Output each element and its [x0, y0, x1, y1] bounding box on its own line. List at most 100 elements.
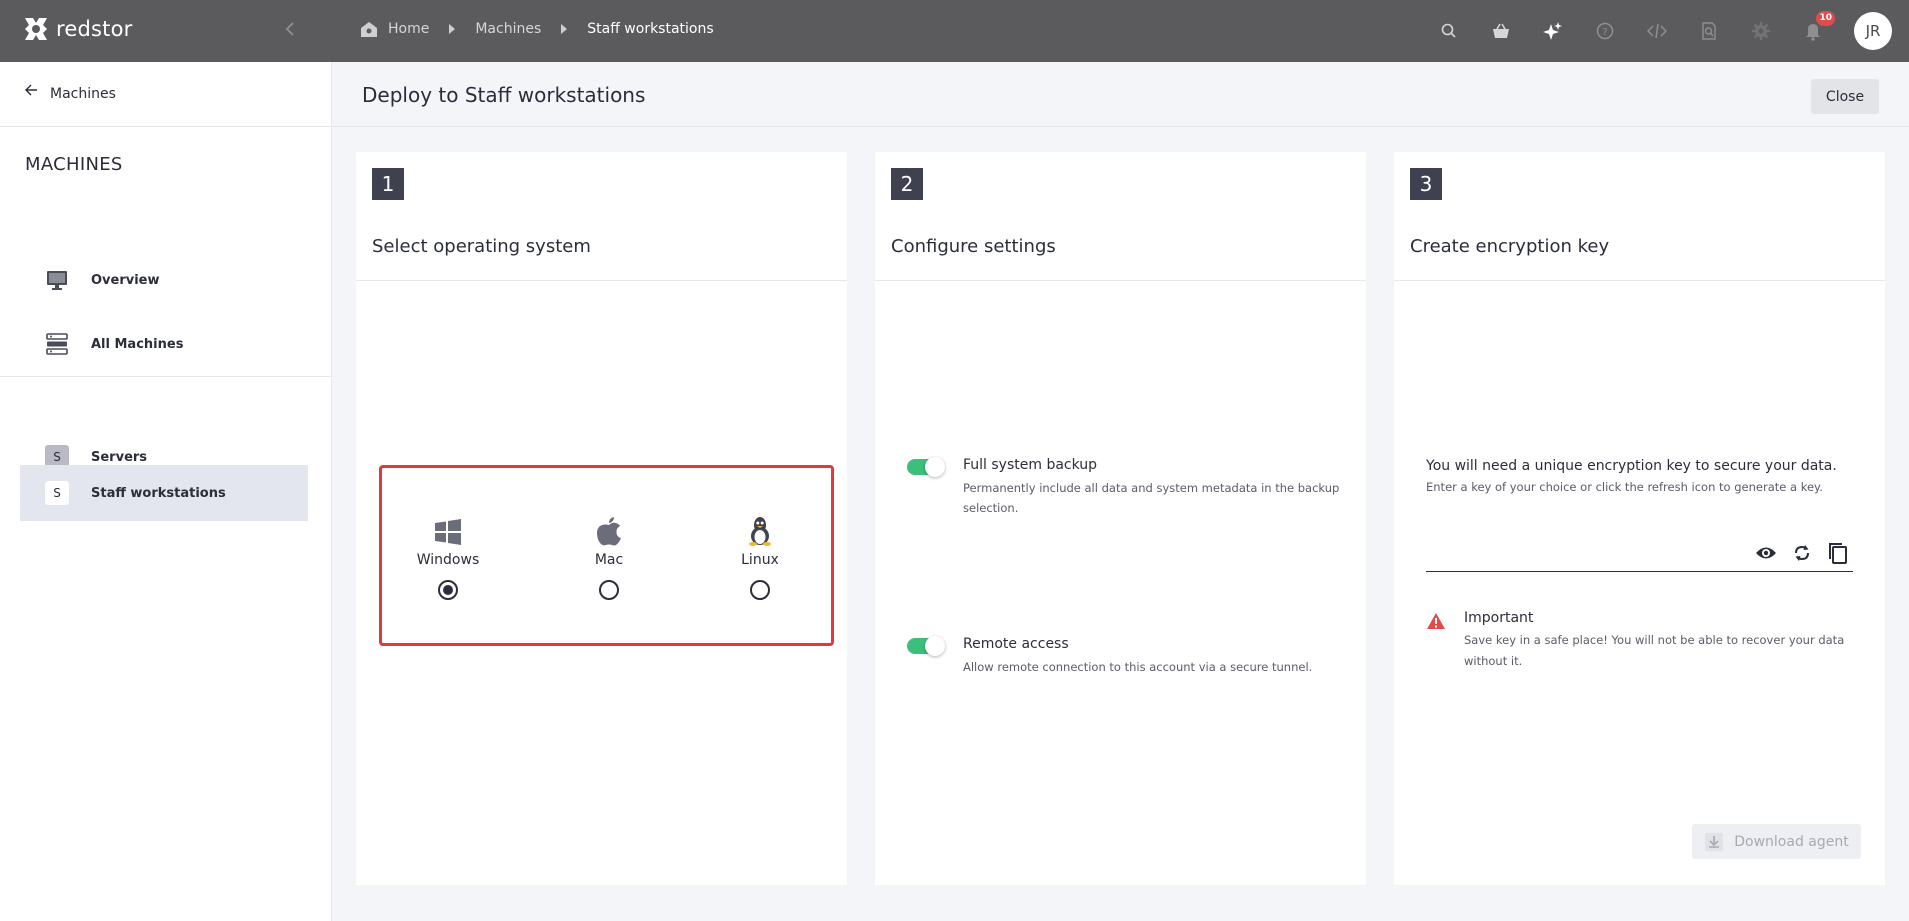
notifications-button[interactable]: 10	[1802, 11, 1835, 42]
sidebar-item-staff-workstations[interactable]: S Staff workstations	[20, 465, 308, 521]
chevron-left-icon	[285, 22, 294, 36]
gear-icon	[1752, 22, 1770, 40]
windows-icon	[398, 516, 498, 546]
back-to-machines-link[interactable]: Machines	[0, 62, 331, 127]
top-toolbar: ? 10 JR	[1438, 0, 1909, 62]
document-search-icon	[1702, 22, 1716, 40]
copy-icon	[1829, 543, 1847, 564]
arrow-left-icon	[25, 84, 37, 96]
full-system-backup-toggle[interactable]	[907, 457, 945, 477]
sidebar: Machines MACHINES Overview All Machines …	[0, 62, 332, 921]
ai-assistant-button[interactable]	[1542, 20, 1564, 42]
setting-title: Full system backup	[963, 457, 1098, 473]
server-stack-icon	[45, 332, 69, 356]
os-option-mac[interactable]: Mac	[559, 516, 659, 600]
step-number-badge: 3	[1410, 168, 1442, 200]
card-title: Select operating system	[372, 236, 591, 257]
key-actions	[1755, 542, 1849, 564]
help-icon: ?	[1596, 22, 1614, 40]
sidebar-divider	[0, 376, 332, 377]
os-label: Windows	[416, 552, 480, 568]
collapse-sidebar-button[interactable]	[282, 17, 306, 43]
code-icon	[1647, 23, 1667, 39]
page-header: Deploy to Staff workstations Close	[333, 62, 1909, 127]
setting-remote-access: Remote access Allow remote connection to…	[907, 636, 1343, 677]
step-card-configure-settings: 2 Configure settings Full system backup …	[875, 152, 1366, 885]
settings-button[interactable]	[1750, 20, 1772, 42]
important-title: Important	[1464, 610, 1534, 626]
os-radio-linux[interactable]	[750, 580, 770, 600]
show-key-button[interactable]	[1755, 542, 1777, 564]
step-number-badge: 1	[372, 168, 404, 200]
breadcrumb-current: Staff workstations	[587, 21, 714, 37]
copy-key-button[interactable]	[1827, 542, 1849, 564]
logo-text: redstor	[56, 17, 133, 41]
encryption-hint: Enter a key of your choice or click the …	[1426, 480, 1823, 494]
step-card-encryption-key: 3 Create encryption key You will need a …	[1394, 152, 1885, 885]
notification-count-badge: 10	[1816, 11, 1835, 26]
os-selector: Windows Mac Linux	[379, 465, 834, 646]
logo-icon	[25, 18, 47, 40]
generate-key-button[interactable]	[1791, 542, 1813, 564]
card-header: 1 Select operating system	[356, 152, 847, 281]
breadcrumb-machines[interactable]: Machines	[475, 21, 541, 37]
apple-icon	[559, 516, 659, 546]
basket-icon	[1493, 23, 1509, 38]
download-icon	[1705, 832, 1724, 851]
breadcrumb: Home Machines Staff workstations	[360, 20, 714, 38]
warning-icon	[1427, 613, 1445, 629]
setting-title: Remote access	[963, 636, 1069, 652]
os-radio-mac[interactable]	[599, 580, 619, 600]
monitor-icon	[45, 268, 69, 292]
home-icon[interactable]	[360, 20, 378, 38]
sidebar-item-label: Overview	[91, 272, 160, 288]
step-number-badge: 2	[891, 168, 923, 200]
linux-icon	[710, 516, 810, 546]
breadcrumb-separator-icon	[561, 24, 568, 34]
audit-search-button[interactable]	[1698, 20, 1720, 42]
page-title: Deploy to Staff workstations	[362, 83, 646, 107]
search-icon	[1441, 23, 1456, 38]
os-option-windows[interactable]: Windows	[398, 516, 498, 600]
os-label: Linux	[741, 552, 779, 568]
sidebar-section-title: MACHINES	[25, 154, 123, 175]
card-header: 3 Create encryption key	[1394, 152, 1885, 281]
setting-description: Permanently include all data and system …	[963, 481, 1340, 515]
help-button[interactable]: ?	[1594, 20, 1616, 42]
important-text: Save key in a safe place! You will not b…	[1464, 633, 1845, 668]
card-header: 2 Configure settings	[875, 152, 1366, 281]
sidebar-item-label: Servers	[91, 449, 148, 465]
os-option-linux[interactable]: Linux	[710, 516, 810, 600]
encryption-key-input[interactable]	[1426, 536, 1853, 572]
refresh-icon	[1795, 545, 1809, 561]
card-title: Configure settings	[891, 236, 1056, 257]
back-link-label: Machines	[50, 86, 116, 102]
sidebar-item-all-machines[interactable]: All Machines	[20, 316, 308, 372]
card-title: Create encryption key	[1410, 236, 1610, 257]
sidebar-item-overview[interactable]: Overview	[20, 252, 308, 308]
os-radio-windows[interactable]	[438, 580, 458, 600]
important-notice: Important Save key in a safe place! You …	[1426, 610, 1854, 672]
sparkle-icon	[1543, 22, 1562, 40]
remote-access-toggle[interactable]	[907, 636, 945, 656]
search-button[interactable]	[1438, 20, 1460, 42]
sidebar-item-label: All Machines	[91, 336, 184, 352]
setting-full-system-backup: Full system backup Permanently include a…	[907, 457, 1343, 518]
setting-description: Allow remote connection to this account …	[963, 660, 1313, 674]
user-avatar[interactable]: JR	[1854, 12, 1892, 50]
download-agent-button[interactable]: Download agent	[1692, 824, 1861, 859]
os-label: Mac	[594, 552, 624, 568]
redstor-logo[interactable]: redstor	[22, 15, 132, 43]
step-card-select-os: 1 Select operating system Windows Mac Li…	[356, 152, 847, 885]
download-agent-label: Download agent	[1734, 833, 1849, 850]
close-button[interactable]: Close	[1811, 79, 1879, 114]
breadcrumb-separator-icon	[449, 24, 456, 34]
svg-text:?: ?	[1602, 27, 1607, 38]
eye-icon	[1756, 547, 1776, 559]
breadcrumb-home[interactable]: Home	[388, 21, 429, 37]
basket-button[interactable]	[1490, 20, 1512, 42]
group-initial-badge: S	[45, 481, 69, 505]
top-bar: redstor Home Machines Staff workstations…	[0, 0, 1909, 62]
developer-button[interactable]	[1646, 20, 1668, 42]
encryption-intro: You will need a unique encryption key to…	[1426, 458, 1837, 474]
